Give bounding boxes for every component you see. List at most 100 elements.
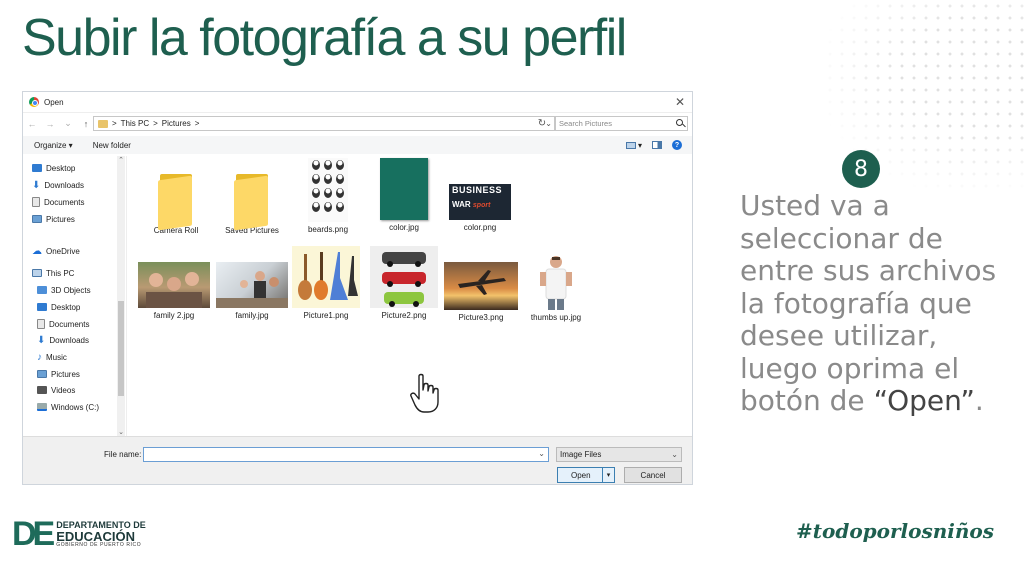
file-item[interactable]: Picture2.png — [367, 246, 441, 320]
file-item[interactable]: color.jpg — [367, 158, 441, 232]
nav-item-label: 3D Objects — [51, 285, 91, 295]
file-name-bar: File name: ⌄ Image Files ⌄ Open ▾ Cancel — [23, 436, 692, 484]
dialog-titlebar: Open ✕ — [23, 92, 692, 113]
file-name-dropdown-icon[interactable]: ⌄ — [538, 449, 545, 458]
file-item[interactable]: BUSINESS WAR sport color.png — [443, 158, 517, 232]
file-item[interactable]: beards.png — [291, 158, 365, 234]
close-icon[interactable]: ✕ — [675, 95, 685, 109]
nav-item-pictures-pc[interactable]: Pictures — [37, 368, 80, 380]
step-number-badge: 8 — [842, 150, 880, 188]
beards-grid-thumbnail — [312, 160, 344, 212]
nav-item-this-pc[interactable]: This PC — [32, 267, 74, 279]
file-name: color.png — [463, 223, 497, 232]
search-input[interactable]: Search Pictures — [554, 116, 688, 131]
view-icon — [625, 141, 636, 149]
thumbnail-text: sport — [472, 202, 491, 210]
image-thumbnail — [292, 246, 360, 308]
refresh-icon[interactable]: ↻ — [535, 118, 549, 129]
download-arrow-icon: ⬇ — [37, 334, 46, 346]
open-file-dialog: Open ✕ ← → ⌄ ↑ > This PC > Pictures > ⌄ … — [22, 91, 693, 485]
instruction-text-main: Usted va a seleccionar de entre sus arch… — [740, 189, 997, 417]
nav-item-label: Desktop — [46, 163, 76, 173]
file-item[interactable]: family 2.jpg — [137, 252, 211, 320]
file-type-dropdown-icon: ⌄ — [671, 450, 678, 459]
file-name-input[interactable]: ⌄ — [143, 447, 549, 462]
logo-line-2: EDUCACIÓN — [56, 528, 135, 544]
search-icon[interactable] — [676, 119, 683, 126]
nav-item-downloads-pc[interactable]: ⬇ Downloads — [37, 334, 89, 346]
file-item[interactable]: Saved Pictures — [215, 164, 289, 235]
download-arrow-icon: ⬇ — [32, 179, 41, 191]
file-name: Picture3.png — [458, 313, 504, 322]
image-thumbnail — [380, 158, 428, 220]
organize-button[interactable]: Organize ▾ — [34, 141, 73, 150]
pictures-icon — [32, 215, 42, 223]
file-item[interactable]: Picture1.png — [291, 246, 361, 320]
music-note-icon: ♪ — [37, 351, 42, 363]
cancel-button[interactable]: Cancel — [624, 467, 682, 483]
back-arrow-icon[interactable]: ← — [23, 119, 41, 129]
image-thumbnail — [536, 252, 576, 310]
hand-pointer-cursor-icon — [410, 373, 439, 413]
nav-item-documents-pc[interactable]: Documents — [37, 318, 89, 330]
breadcrumb-this-pc[interactable]: This PC — [121, 119, 149, 128]
breadcrumb-pictures[interactable]: Pictures — [162, 119, 191, 128]
nav-item-label: Pictures — [46, 214, 75, 224]
nav-item-label: Videos — [51, 385, 76, 395]
nav-item-label: Music — [46, 352, 67, 362]
file-item[interactable]: Camera Roll — [139, 164, 213, 235]
preview-pane-icon[interactable] — [652, 141, 662, 149]
department-logo: DE DEPARTAMENTO DE EDUCACIÓN GOBIERNO DE… — [12, 517, 146, 551]
help-icon[interactable]: ? — [672, 140, 682, 150]
nav-item-documents[interactable]: Documents — [32, 196, 84, 208]
sidebar-scrollbar[interactable]: ⌃ ⌄ — [117, 156, 125, 436]
thumbs-up-man-thumbnail — [540, 256, 572, 310]
nav-item-onedrive[interactable]: ☁ OneDrive — [32, 245, 80, 257]
hashtag: #todoporlosniños — [796, 519, 994, 543]
nav-item-desktop-pc[interactable]: Desktop — [37, 301, 80, 313]
file-item[interactable]: thumbs up.jpg — [519, 252, 593, 322]
recent-locations-chevron-icon[interactable]: ⌄ — [59, 118, 77, 129]
new-folder-button[interactable]: New folder — [93, 141, 131, 150]
file-type-value: Image Files — [560, 450, 602, 459]
address-bar[interactable]: > This PC > Pictures > ⌄ — [93, 116, 556, 131]
file-type-select[interactable]: Image Files ⌄ — [556, 447, 682, 462]
scroll-thumb[interactable] — [118, 301, 124, 396]
nav-item-label: This PC — [46, 268, 75, 278]
guitars-thumbnail — [298, 252, 358, 300]
scroll-up-icon[interactable]: ⌃ — [117, 156, 125, 164]
instruction-text: Usted va a seleccionar de entre sus arch… — [740, 189, 1010, 418]
file-item[interactable]: family.jpg — [215, 252, 289, 320]
change-view-button[interactable]: ▾ — [625, 140, 642, 150]
scroll-down-icon[interactable]: ⌄ — [117, 428, 125, 436]
open-button[interactable]: Open ▾ — [557, 467, 615, 483]
cloud-icon: ☁ — [32, 245, 42, 257]
nav-item-music[interactable]: ♪ Music — [37, 351, 67, 363]
nav-item-videos[interactable]: Videos — [37, 384, 75, 396]
image-thumbnail: BUSINESS WAR sport — [449, 184, 511, 220]
nav-item-desktop[interactable]: Desktop — [32, 162, 75, 174]
thumbnail-text: BUSINESS — [452, 185, 503, 195]
nav-item-3d-objects[interactable]: 3D Objects — [37, 284, 91, 296]
nav-item-downloads[interactable]: ⬇ Downloads — [32, 179, 84, 191]
file-item[interactable]: Picture3.png — [443, 252, 519, 322]
open-split-dropdown-icon[interactable]: ▾ — [602, 468, 614, 482]
nav-item-pictures[interactable]: Pictures — [32, 213, 75, 225]
forward-arrow-icon[interactable]: → — [41, 119, 59, 129]
dialog-title: Open — [44, 97, 64, 107]
nav-item-label: OneDrive — [46, 246, 80, 256]
view-dropdown-icon: ▾ — [637, 140, 642, 150]
breadcrumb-sep: > — [153, 119, 158, 128]
nav-item-label: Windows (C:) — [51, 402, 100, 412]
address-row: ← → ⌄ ↑ > This PC > Pictures > ⌄ ↻ Searc… — [23, 114, 692, 133]
file-name: family 2.jpg — [153, 311, 195, 320]
command-bar: Organize ▾ New folder ▾ ? — [23, 136, 692, 154]
cube-icon — [37, 286, 47, 294]
instruction-period: . — [974, 384, 984, 417]
file-name-label: File name: — [104, 450, 142, 459]
cars-thumbnail — [382, 252, 426, 307]
file-name: thumbs up.jpg — [530, 313, 582, 322]
view-controls: ▾ ? — [625, 140, 682, 150]
nav-item-windows-c[interactable]: Windows (C:) — [37, 401, 99, 413]
computer-icon — [32, 269, 42, 277]
